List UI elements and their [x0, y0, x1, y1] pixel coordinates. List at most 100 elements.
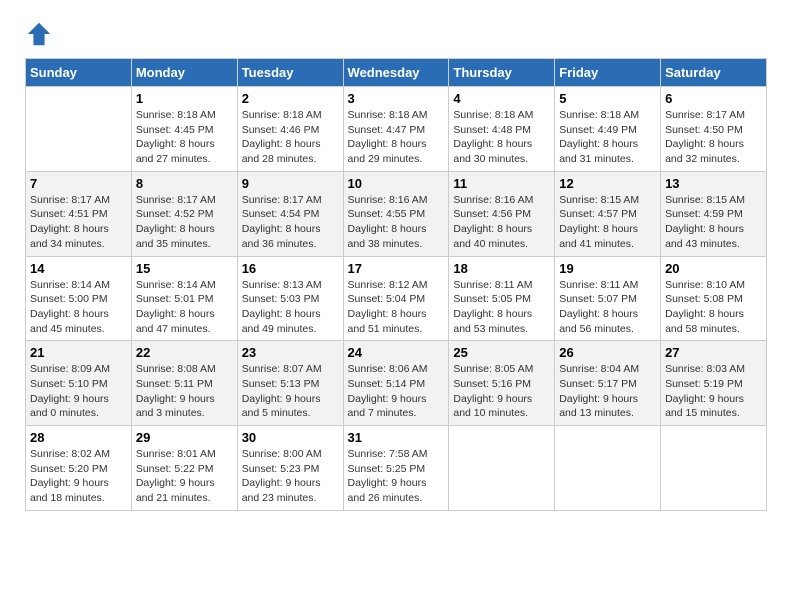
- calendar-cell: 31 Sunrise: 7:58 AM Sunset: 5:25 PM Dayli…: [343, 426, 449, 511]
- calendar-cell: 9 Sunrise: 8:17 AM Sunset: 4:54 PM Daylig…: [237, 171, 343, 256]
- calendar-cell: 26 Sunrise: 8:04 AM Sunset: 5:17 PM Dayli…: [555, 341, 661, 426]
- calendar-cell: 8Sunrise: 8:17 AM Sunset: 4:52 PM Daylig…: [131, 171, 237, 256]
- day-info: Sunrise: 8:17 AM Sunset: 4:51 PM Dayligh…: [30, 193, 127, 252]
- day-info: Sunrise: 8:13 AM Sunset: 5:03 PM Dayligh…: [242, 278, 339, 337]
- day-number: 2: [242, 91, 339, 106]
- day-number: 5: [559, 91, 656, 106]
- calendar-cell: 7Sunrise: 8:17 AM Sunset: 4:51 PM Daylig…: [26, 171, 132, 256]
- day-info: Sunrise: 8:18 AM Sunset: 4:49 PM Dayligh…: [559, 108, 656, 167]
- calendar-cell: 28 Sunrise: 8:02 AM Sunset: 5:20 PM Dayli…: [26, 426, 132, 511]
- day-number: 29: [136, 430, 233, 445]
- logo-icon: [25, 20, 53, 48]
- day-info: Sunrise: 8:18 AM Sunset: 4:48 PM Dayligh…: [453, 108, 550, 167]
- day-info: Sunrise: 8:15 AM Sunset: 4:59 PM Dayligh…: [665, 193, 762, 252]
- calendar-cell: 3Sunrise: 8:18 AM Sunset: 4:47 PM Daylig…: [343, 87, 449, 172]
- week-row-1: 1 Sunrise: 8:18 AM Sunset: 4:45 PM Daylig…: [26, 87, 767, 172]
- day-info: Sunrise: 8:18 AM Sunset: 4:45 PM Dayligh…: [136, 108, 233, 167]
- calendar-body: 1 Sunrise: 8:18 AM Sunset: 4:45 PM Daylig…: [26, 87, 767, 511]
- day-number: 19: [559, 261, 656, 276]
- day-info: Sunrise: 8:11 AM Sunset: 5:05 PM Dayligh…: [453, 278, 550, 337]
- calendar-cell: [26, 87, 132, 172]
- day-number: 3: [348, 91, 445, 106]
- day-number: 17: [348, 261, 445, 276]
- day-number: 14: [30, 261, 127, 276]
- day-info: Sunrise: 8:10 AM Sunset: 5:08 PM Dayligh…: [665, 278, 762, 337]
- calendar-cell: 15 Sunrise: 8:14 AM Sunset: 5:01 PM Dayli…: [131, 256, 237, 341]
- day-header-tuesday: Tuesday: [237, 59, 343, 87]
- calendar-cell: 18 Sunrise: 8:11 AM Sunset: 5:05 PM Dayli…: [449, 256, 555, 341]
- day-number: 1: [136, 91, 233, 106]
- logo: [25, 20, 57, 48]
- day-info: Sunrise: 8:18 AM Sunset: 4:46 PM Dayligh…: [242, 108, 339, 167]
- day-number: 27: [665, 345, 762, 360]
- day-info: Sunrise: 8:16 AM Sunset: 4:56 PM Dayligh…: [453, 193, 550, 252]
- day-number: 12: [559, 176, 656, 191]
- calendar-table: SundayMondayTuesdayWednesdayThursdayFrid…: [25, 58, 767, 511]
- day-info: Sunrise: 8:07 AM Sunset: 5:13 PM Dayligh…: [242, 362, 339, 421]
- day-info: Sunrise: 8:04 AM Sunset: 5:17 PM Dayligh…: [559, 362, 656, 421]
- day-header-row: SundayMondayTuesdayWednesdayThursdayFrid…: [26, 59, 767, 87]
- day-info: Sunrise: 8:02 AM Sunset: 5:20 PM Dayligh…: [30, 447, 127, 506]
- calendar-cell: 6 Sunrise: 8:17 AM Sunset: 4:50 PM Daylig…: [661, 87, 767, 172]
- day-number: 20: [665, 261, 762, 276]
- calendar-header: SundayMondayTuesdayWednesdayThursdayFrid…: [26, 59, 767, 87]
- day-header-thursday: Thursday: [449, 59, 555, 87]
- day-info: Sunrise: 8:15 AM Sunset: 4:57 PM Dayligh…: [559, 193, 656, 252]
- day-info: Sunrise: 8:05 AM Sunset: 5:16 PM Dayligh…: [453, 362, 550, 421]
- day-info: Sunrise: 8:14 AM Sunset: 5:00 PM Dayligh…: [30, 278, 127, 337]
- day-number: 4: [453, 91, 550, 106]
- calendar-cell: 11 Sunrise: 8:16 AM Sunset: 4:56 PM Dayli…: [449, 171, 555, 256]
- day-info: Sunrise: 8:17 AM Sunset: 4:52 PM Dayligh…: [136, 193, 233, 252]
- calendar-cell: 1 Sunrise: 8:18 AM Sunset: 4:45 PM Daylig…: [131, 87, 237, 172]
- day-info: Sunrise: 8:17 AM Sunset: 4:54 PM Dayligh…: [242, 193, 339, 252]
- calendar-cell: 23 Sunrise: 8:07 AM Sunset: 5:13 PM Dayli…: [237, 341, 343, 426]
- calendar-cell: 10Sunrise: 8:16 AM Sunset: 4:55 PM Dayli…: [343, 171, 449, 256]
- day-info: Sunrise: 8:16 AM Sunset: 4:55 PM Dayligh…: [348, 193, 445, 252]
- calendar-cell: 24Sunrise: 8:06 AM Sunset: 5:14 PM Dayli…: [343, 341, 449, 426]
- calendar-cell: 21 Sunrise: 8:09 AM Sunset: 5:10 PM Dayli…: [26, 341, 132, 426]
- week-row-3: 14 Sunrise: 8:14 AM Sunset: 5:00 PM Dayli…: [26, 256, 767, 341]
- calendar-cell: 30 Sunrise: 8:00 AM Sunset: 5:23 PM Dayli…: [237, 426, 343, 511]
- day-info: Sunrise: 8:03 AM Sunset: 5:19 PM Dayligh…: [665, 362, 762, 421]
- day-number: 21: [30, 345, 127, 360]
- day-info: Sunrise: 8:17 AM Sunset: 4:50 PM Dayligh…: [665, 108, 762, 167]
- day-info: Sunrise: 8:12 AM Sunset: 5:04 PM Dayligh…: [348, 278, 445, 337]
- week-row-4: 21 Sunrise: 8:09 AM Sunset: 5:10 PM Dayli…: [26, 341, 767, 426]
- day-info: Sunrise: 8:11 AM Sunset: 5:07 PM Dayligh…: [559, 278, 656, 337]
- day-number: 6: [665, 91, 762, 106]
- day-number: 26: [559, 345, 656, 360]
- calendar-cell: 16Sunrise: 8:13 AM Sunset: 5:03 PM Dayli…: [237, 256, 343, 341]
- calendar-cell: 17 Sunrise: 8:12 AM Sunset: 5:04 PM Dayli…: [343, 256, 449, 341]
- day-number: 22: [136, 345, 233, 360]
- day-info: Sunrise: 8:06 AM Sunset: 5:14 PM Dayligh…: [348, 362, 445, 421]
- day-info: Sunrise: 8:14 AM Sunset: 5:01 PM Dayligh…: [136, 278, 233, 337]
- day-number: 9: [242, 176, 339, 191]
- day-info: Sunrise: 8:00 AM Sunset: 5:23 PM Dayligh…: [242, 447, 339, 506]
- day-number: 25: [453, 345, 550, 360]
- week-row-5: 28 Sunrise: 8:02 AM Sunset: 5:20 PM Dayli…: [26, 426, 767, 511]
- day-info: Sunrise: 7:58 AM Sunset: 5:25 PM Dayligh…: [348, 447, 445, 506]
- calendar-cell: 13 Sunrise: 8:15 AM Sunset: 4:59 PM Dayli…: [661, 171, 767, 256]
- day-header-saturday: Saturday: [661, 59, 767, 87]
- calendar-cell: 12 Sunrise: 8:15 AM Sunset: 4:57 PM Dayli…: [555, 171, 661, 256]
- day-info: Sunrise: 8:08 AM Sunset: 5:11 PM Dayligh…: [136, 362, 233, 421]
- day-info: Sunrise: 8:09 AM Sunset: 5:10 PM Dayligh…: [30, 362, 127, 421]
- day-number: 11: [453, 176, 550, 191]
- day-number: 31: [348, 430, 445, 445]
- day-header-wednesday: Wednesday: [343, 59, 449, 87]
- calendar-cell: 4 Sunrise: 8:18 AM Sunset: 4:48 PM Daylig…: [449, 87, 555, 172]
- calendar-cell: [449, 426, 555, 511]
- day-number: 23: [242, 345, 339, 360]
- day-number: 30: [242, 430, 339, 445]
- day-header-sunday: Sunday: [26, 59, 132, 87]
- week-row-2: 7Sunrise: 8:17 AM Sunset: 4:51 PM Daylig…: [26, 171, 767, 256]
- day-number: 28: [30, 430, 127, 445]
- day-number: 13: [665, 176, 762, 191]
- calendar-cell: [661, 426, 767, 511]
- calendar-cell: 27 Sunrise: 8:03 AM Sunset: 5:19 PM Dayli…: [661, 341, 767, 426]
- day-number: 18: [453, 261, 550, 276]
- day-number: 15: [136, 261, 233, 276]
- day-header-friday: Friday: [555, 59, 661, 87]
- calendar-cell: [555, 426, 661, 511]
- page-header: [25, 20, 767, 48]
